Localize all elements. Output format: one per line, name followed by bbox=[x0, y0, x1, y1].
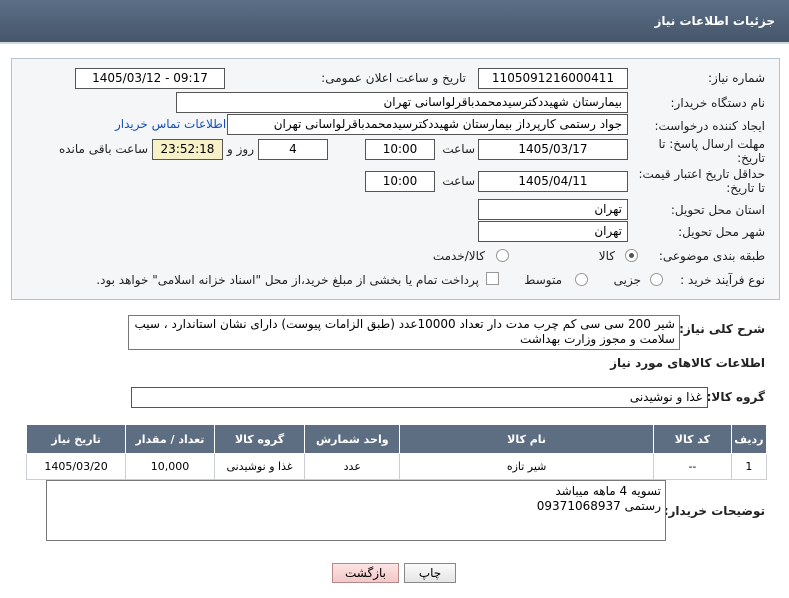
price-validity-label: حداقل تاریخ اعتبار قیمت: bbox=[638, 167, 765, 181]
treasury-payment-note: پرداخت تمام یا بخشی از مبلغ خرید،از محل … bbox=[96, 273, 479, 287]
col-item-code: کد کالا bbox=[653, 424, 732, 454]
print-button[interactable]: چاپ bbox=[404, 563, 456, 583]
back-button[interactable]: بازگشت bbox=[332, 563, 399, 583]
price-validity-label-2: تا تاریخ: bbox=[726, 181, 765, 195]
goods-group-label: گروه کالا: bbox=[706, 390, 765, 404]
announce-label: تاریخ و ساعت اعلان عمومی: bbox=[321, 71, 466, 85]
category-goods-label: کالا bbox=[598, 249, 615, 263]
col-goods-group: گروه کالا bbox=[213, 424, 306, 454]
buyer-org-label: نام دستگاه خریدار: bbox=[670, 96, 766, 110]
process-partial-label: جزیی bbox=[613, 273, 641, 287]
items-table: ردیف کد کالا نام کالا واحد شمارش گروه کا… bbox=[25, 424, 768, 480]
category-goods-service-label: کالا/خدمت bbox=[432, 249, 485, 263]
city-field: تهران bbox=[478, 221, 628, 242]
col-unit: واحد شمارش bbox=[304, 424, 401, 454]
category-goods-radio[interactable] bbox=[625, 249, 638, 262]
treasury-payment-checkbox[interactable] bbox=[486, 272, 499, 285]
purchase-process-label: نوع فرآیند خرید : bbox=[680, 273, 765, 287]
buyer-contact-link[interactable]: اطلاعات تماس خریدار bbox=[115, 117, 226, 131]
days-label: روز و bbox=[227, 142, 254, 156]
buyer-org-field: بیمارستان شهیددکترسیدمحمدباقرلواسانی تهر… bbox=[176, 92, 628, 113]
table-header-row: ردیف کد کالا نام کالا واحد شمارش گروه کا… bbox=[25, 424, 768, 454]
reply-deadline-label: مهلت ارسال پاسخ: تا bbox=[658, 137, 765, 151]
col-quantity: تعداد / مقدار bbox=[125, 424, 215, 454]
announce-datetime-field: 1405/03/12 - 09:17 bbox=[75, 68, 225, 89]
buyer-notes-line-1: تسویه 4 ماهه میباشد bbox=[555, 484, 661, 498]
reply-time-field: 10:00 bbox=[365, 139, 435, 160]
summary-label: شرح کلی نیاز: bbox=[679, 322, 765, 336]
category-goods-service-radio[interactable] bbox=[496, 249, 509, 262]
reply-time-label: ساعت bbox=[442, 142, 475, 156]
cell-quantity: 10,000 bbox=[125, 453, 215, 480]
cell-goods-group: غذا و نوشیدنی bbox=[213, 453, 306, 480]
buyer-notes-textarea[interactable]: تسویه 4 ماهه میباشد رستمی 09371068937 bbox=[46, 480, 666, 541]
requester-label: ایجاد کننده درخواست: bbox=[654, 119, 765, 133]
col-item-name: نام کالا bbox=[399, 424, 654, 454]
cell-row-number: 1 bbox=[730, 453, 768, 480]
buyer-notes-label: توضیحات خریدار: bbox=[663, 504, 765, 518]
process-partial-radio[interactable] bbox=[650, 273, 663, 286]
need-number-field: 1105091216000411 bbox=[478, 68, 628, 89]
process-medium-label: متوسط bbox=[524, 273, 562, 287]
cell-item-name: شیر تازه bbox=[399, 453, 654, 480]
remaining-days-field: 4 bbox=[258, 139, 328, 160]
validity-time-label: ساعت bbox=[442, 174, 475, 188]
reply-deadline-label-2: تاریخ: bbox=[737, 151, 765, 165]
buyer-notes-line-2: رستمی 09371068937 bbox=[536, 499, 661, 513]
goods-group-field: غذا و نوشیدنی bbox=[131, 387, 708, 408]
validity-time-field: 10:00 bbox=[365, 171, 435, 192]
validity-date-field: 1405/04/11 bbox=[478, 171, 628, 192]
summary-textarea[interactable]: شیر 200 سی سی کم چرب مدت دار تعداد 10000… bbox=[128, 315, 680, 350]
process-medium-radio[interactable] bbox=[575, 273, 588, 286]
remaining-time-label: ساعت باقی مانده bbox=[58, 142, 148, 156]
requester-field: جواد رستمی کارپرداز بیمارستان شهیددکترسی… bbox=[227, 114, 628, 135]
table-row: 1 -- شیر تازه عدد غذا و نوشیدنی 10,000 1… bbox=[25, 453, 768, 480]
city-label: شهر محل تحویل: bbox=[678, 225, 765, 239]
page-title: جزئیات اطلاعات نیاز bbox=[654, 14, 775, 28]
col-need-date: تاریخ نیاز bbox=[25, 424, 127, 454]
province-field: تهران bbox=[478, 199, 628, 220]
province-label: استان محل تحویل: bbox=[670, 203, 765, 217]
cell-item-code: -- bbox=[653, 453, 732, 480]
remaining-time-field: 23:52:18 bbox=[152, 139, 223, 160]
col-row-number: ردیف bbox=[730, 424, 768, 454]
reply-date-field: 1405/03/17 bbox=[478, 139, 628, 160]
need-number-label: شماره نیاز: bbox=[708, 71, 765, 85]
cell-unit: عدد bbox=[304, 453, 401, 480]
cell-need-date: 1405/03/20 bbox=[25, 453, 127, 480]
goods-info-title: اطلاعات کالاهای مورد نیاز bbox=[610, 356, 765, 370]
page-header: جزئیات اطلاعات نیاز bbox=[0, 0, 789, 44]
category-label: طبقه بندی موضوعی: bbox=[658, 249, 765, 263]
